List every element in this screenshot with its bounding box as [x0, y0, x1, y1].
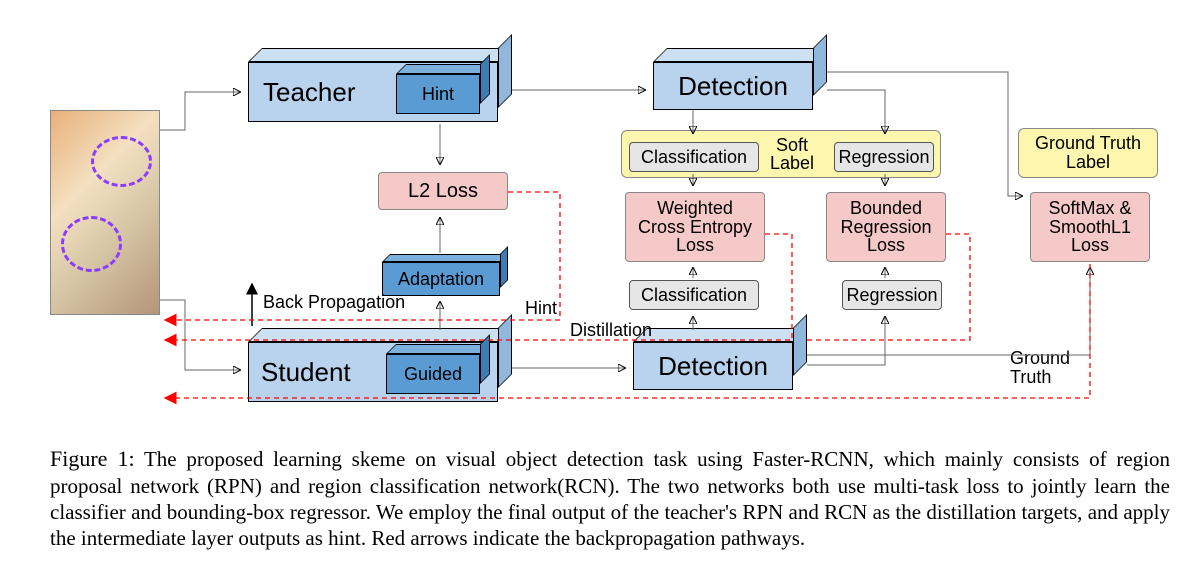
input-image	[50, 110, 160, 315]
ground-truth-label: Ground Truth	[1010, 330, 1070, 387]
caption-body: The proposed learning skeme on visual ob…	[50, 447, 1170, 550]
cls-top-label: Classification	[641, 147, 747, 168]
student-label: Student	[261, 357, 351, 388]
distillation-label: Distillation	[570, 320, 652, 341]
hint-arrow-label: Hint	[525, 298, 557, 319]
detection-top-label: Detection	[678, 71, 788, 102]
guided-label: Guided	[404, 364, 462, 385]
wce-loss-box: Weighted Cross Entropy Loss	[625, 192, 765, 262]
classification-bottom-box: Classification	[629, 280, 759, 310]
classification-top-box: Classification	[629, 142, 759, 172]
gt-label-text: Ground Truth Label	[1035, 134, 1141, 172]
reg-top-label: Regression	[838, 147, 929, 168]
teacher-label: Teacher	[263, 77, 356, 108]
regression-top-box: Regression	[834, 142, 934, 172]
brl-label: Bounded Regression Loss	[840, 199, 931, 256]
architecture-diagram: Teacher Hint Student Guided Adaptation	[0, 0, 1200, 430]
gt-label-box: Ground Truth Label	[1018, 128, 1158, 178]
detection-bottom-label: Detection	[658, 351, 768, 382]
l2-loss-label: L2 Loss	[408, 180, 478, 203]
brl-loss-box: Bounded Regression Loss	[826, 192, 946, 262]
l2-loss-box: L2 Loss	[378, 172, 508, 210]
reg-bottom-label: Regression	[846, 285, 937, 306]
hint-label: Hint	[422, 84, 454, 105]
backprop-label: Back Propagation	[263, 292, 405, 313]
caption-prefix: Figure 1:	[50, 446, 135, 471]
wce-label: Weighted Cross Entropy Loss	[638, 199, 752, 256]
adaptation-label: Adaptation	[398, 269, 484, 290]
regression-bottom-box: Regression	[842, 280, 942, 310]
softmax-loss-box: SoftMax & SmoothL1 Loss	[1030, 192, 1150, 262]
soft-label-text: Soft Label	[770, 136, 814, 172]
figure-caption: Figure 1: The proposed learning skeme on…	[50, 445, 1170, 551]
cls-bottom-label: Classification	[641, 285, 747, 306]
softmax-label: SoftMax & SmoothL1 Loss	[1048, 199, 1131, 256]
